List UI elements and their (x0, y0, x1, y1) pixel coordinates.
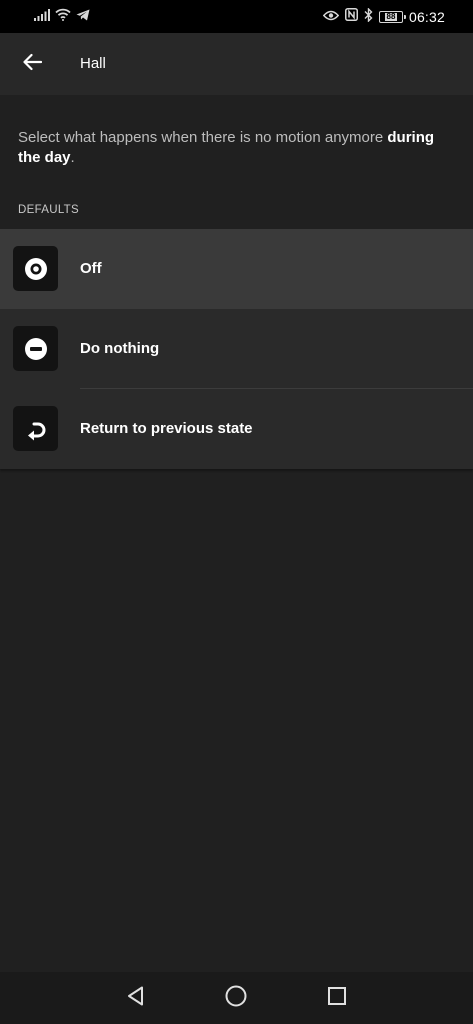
wifi-icon (55, 8, 71, 26)
option-do-nothing[interactable]: Do nothing (0, 309, 473, 389)
page-title: Hall (80, 55, 106, 72)
option-label: Off (80, 260, 102, 277)
nav-back-button[interactable] (122, 984, 150, 1012)
home-circle-icon (224, 984, 248, 1013)
option-label: Return to previous state (80, 420, 253, 437)
description-suffix: . (70, 149, 75, 166)
recents-square-icon (326, 985, 348, 1012)
option-label: Do nothing (80, 340, 160, 357)
bluetooth-icon (364, 6, 373, 27)
description-text: Select what happens when there is no mot… (18, 129, 384, 146)
do-nothing-icon (13, 326, 58, 371)
back-triangle-icon (125, 985, 147, 1012)
eye-icon (322, 8, 340, 26)
status-time: 06:32 (408, 9, 445, 25)
app-bar: Hall (0, 33, 473, 95)
telegram-icon (76, 8, 90, 26)
status-right: 88 06:32 (322, 6, 445, 27)
system-nav-bar (0, 972, 473, 1024)
section-header-defaults: DEFAULTS (18, 204, 79, 216)
arrow-left-icon (22, 53, 43, 76)
signal-icon (34, 8, 50, 26)
back-button[interactable] (14, 46, 50, 82)
nav-home-button[interactable] (222, 984, 250, 1012)
status-bar: 88 06:32 (0, 0, 473, 33)
status-left (34, 8, 90, 26)
nav-recents-button[interactable] (323, 984, 351, 1012)
battery-level: 88 (384, 12, 398, 21)
battery-icon: 88 (378, 11, 406, 23)
option-off[interactable]: Off (0, 229, 473, 309)
description: Select what happens when there is no mot… (18, 128, 458, 168)
off-icon (13, 246, 58, 291)
nfc-icon (344, 8, 358, 26)
return-icon (13, 406, 58, 451)
option-return-to-previous[interactable]: Return to previous state (0, 389, 473, 469)
options-list: Off Do nothing Return to previous state (0, 229, 473, 469)
